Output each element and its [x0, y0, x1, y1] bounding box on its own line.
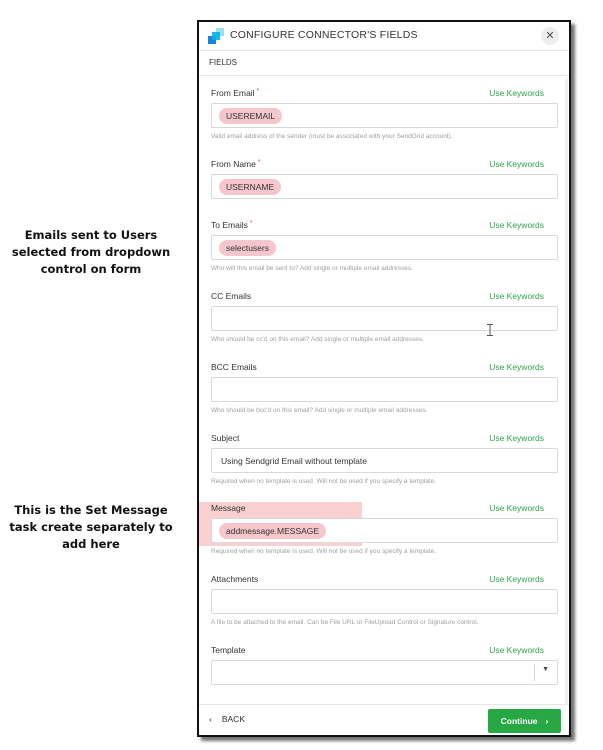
from-email-help: Valid email address of the sender (must …	[211, 133, 453, 140]
keyword-tag[interactable]: addmessage.MESSAGE	[219, 523, 327, 539]
keyword-tag[interactable]: selectusers	[219, 240, 276, 256]
cc-emails-input[interactable]	[211, 306, 558, 331]
use-keywords-link[interactable]: Use Keywords	[489, 433, 544, 443]
attachments-input[interactable]	[211, 589, 558, 614]
from-email-label: From Email *	[211, 88, 260, 98]
scrollbar[interactable]	[565, 78, 568, 722]
to-emails-help: Who will this email be sent to? Add sing…	[211, 265, 413, 272]
required-marker: *	[249, 220, 253, 227]
chevron-left-icon: ‹	[209, 714, 212, 724]
from-name-label: From Name *	[211, 159, 261, 169]
continue-button[interactable]: Continue ›	[488, 709, 561, 733]
template-select[interactable]: ▼	[211, 660, 558, 685]
message-help: Required when no template is used. Will …	[211, 548, 437, 555]
annotation-users-dropdown: Emails sent to Users selected from dropd…	[11, 228, 171, 276]
from-email-input[interactable]: USEREMAIL	[211, 103, 558, 128]
to-emails-label: To Emails *	[211, 220, 253, 230]
attachments-help: A file to be attached to the email. Can …	[211, 619, 479, 626]
from-name-input[interactable]: USERNAME	[211, 174, 558, 199]
use-keywords-link[interactable]: Use Keywords	[489, 159, 544, 169]
subject-help: Required when no template is used. Will …	[211, 478, 437, 485]
to-emails-input[interactable]: selectusers	[211, 235, 558, 260]
subject-value: Using Sendgrid Email without template	[221, 456, 367, 466]
template-label: Template	[211, 645, 246, 655]
back-button[interactable]: ‹ BACK	[209, 714, 245, 724]
connector-fields-panel: CONFIGURE CONNECTOR'S FIELDS ✕ FIELDS Fr…	[197, 20, 571, 737]
message-label: Message	[211, 503, 246, 513]
panel-header: CONFIGURE CONNECTOR'S FIELDS ✕	[199, 22, 569, 51]
bcc-emails-input[interactable]	[211, 377, 558, 402]
back-label: BACK	[221, 714, 245, 724]
annotation-set-message: This is the Set Message task create sepa…	[9, 503, 173, 551]
use-keywords-link[interactable]: Use Keywords	[489, 574, 544, 584]
use-keywords-link[interactable]: Use Keywords	[489, 291, 544, 301]
use-keywords-link[interactable]: Use Keywords	[489, 645, 544, 655]
required-marker: *	[256, 88, 260, 95]
sendgrid-logo-icon	[208, 28, 224, 44]
cc-emails-help: Who should be cc'd on this email? Add si…	[211, 336, 424, 343]
use-keywords-link[interactable]: Use Keywords	[489, 362, 544, 372]
attachments-label: Attachments	[211, 574, 259, 584]
message-input[interactable]: addmessage.MESSAGE	[211, 518, 558, 543]
subject-label: Subject	[211, 433, 240, 443]
text-cursor-icon	[487, 324, 493, 339]
cc-emails-label: CC Emails	[211, 291, 252, 301]
subject-input[interactable]: Using Sendgrid Email without template	[211, 448, 558, 473]
use-keywords-link[interactable]: Use Keywords	[489, 88, 544, 98]
section-label-fields: FIELDS	[209, 58, 238, 67]
panel-footer: ‹ BACK Continue ›	[199, 704, 569, 735]
required-marker: *	[257, 159, 261, 166]
continue-label: Continue	[500, 716, 538, 726]
close-icon[interactable]: ✕	[541, 27, 559, 45]
section-divider	[199, 75, 569, 76]
bcc-emails-label: BCC Emails	[211, 362, 257, 372]
use-keywords-link[interactable]: Use Keywords	[489, 220, 544, 230]
panel-title: CONFIGURE CONNECTOR'S FIELDS	[230, 29, 418, 41]
chevron-right-icon: ›	[545, 716, 549, 726]
keyword-tag[interactable]: USEREMAIL	[219, 108, 283, 124]
keyword-tag[interactable]: USERNAME	[219, 179, 282, 195]
caret-down-icon[interactable]: ▼	[542, 666, 549, 673]
select-separator	[534, 664, 535, 681]
use-keywords-link[interactable]: Use Keywords	[489, 503, 544, 513]
bcc-emails-help: Who should be bcc'd on this email? Add s…	[211, 407, 428, 414]
